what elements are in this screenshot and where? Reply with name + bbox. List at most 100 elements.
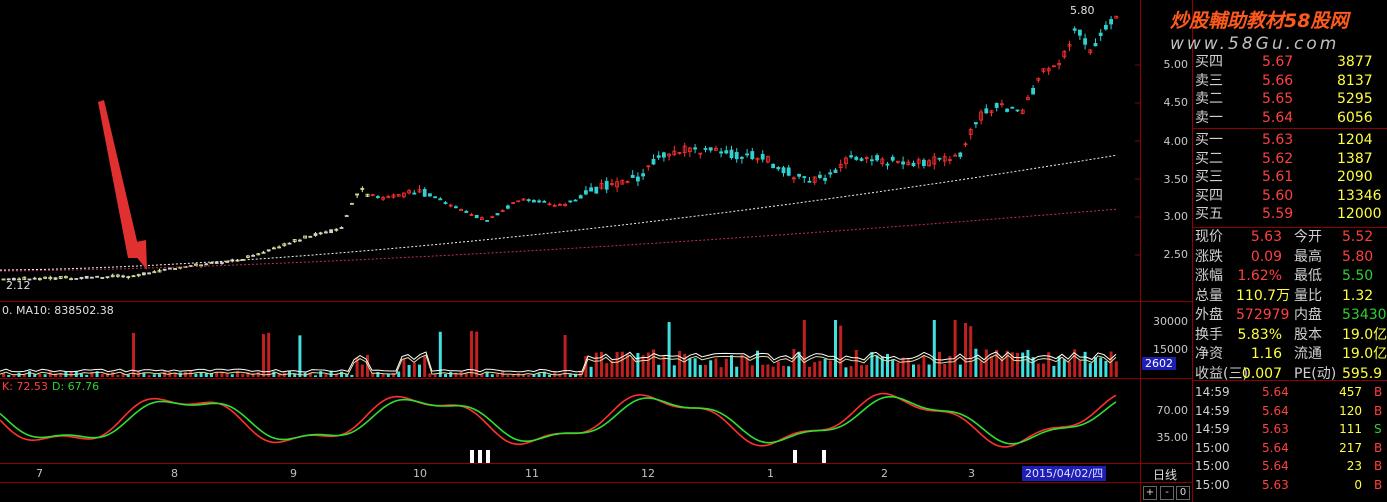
zoom-reset-button[interactable]: 0 [1176,486,1190,500]
order-book-cell: 买一 [1195,132,1223,148]
stats-row: 现价 5.63 今开 5.52 [1192,228,1387,247]
candle-body [1109,19,1113,25]
volume-bar [407,365,411,377]
order-book-cell: 3877 [1337,54,1373,70]
candle-body [443,202,448,204]
candle-body [542,200,547,203]
volume-bar [657,364,661,377]
candle-body [708,147,713,151]
candle-body [495,213,500,216]
volume-bar [1021,352,1025,377]
candle-body [890,156,895,161]
candle-body [750,151,755,160]
volume-bar [1026,349,1030,377]
tick-cell: S [1374,422,1382,436]
volume-bar [267,332,271,377]
stats-cell: 5.50 [1342,268,1374,284]
tick-row: 15:00 5.64 23 B [1192,457,1387,475]
candle-body [1104,24,1108,30]
candle-body [641,173,645,177]
order-book-cell: 6056 [1337,109,1373,126]
candle-body [313,233,318,236]
order-book-cell: 卖一 [1195,109,1223,126]
order-book-cell: 5.67 [1262,54,1294,70]
volume-bar [636,352,640,377]
volume-bar [672,365,676,377]
volume-bar [111,372,115,377]
stats-row: 总量 110.7万 量比 1.32 [1192,287,1387,306]
volume-bar [241,373,245,377]
volume-bar [1104,360,1108,377]
candle-body [167,267,172,270]
kdj-date-divider [0,463,1192,464]
tick-cell: B [1374,403,1383,418]
order-book-cell: 买五 [1195,206,1223,222]
zoom-in-button[interactable]: + [1143,486,1157,500]
volume-bar [600,351,603,377]
order-book-cell: 13346 [1337,187,1382,204]
order-book-row: 买三 5.61 2090 [1192,168,1387,187]
candle-body [1010,106,1015,109]
stats-row: 净资 1.16 流通 19.0亿 [1192,345,1387,364]
candle-body [818,174,822,178]
candle-body [584,190,588,195]
volume-bar [496,374,499,377]
stats-cell: 1.62% [1237,268,1282,284]
candle-body [209,262,214,264]
order-book-row: 卖一 5.64 6056 [1192,109,1387,128]
volume-bar [412,363,416,377]
candlestick-chart[interactable] [0,0,1140,502]
order-book-cell: 5.61 [1262,169,1294,185]
candle-body [251,254,256,257]
volume-bar [28,371,31,377]
volume-bar [605,363,609,377]
period-label[interactable]: 日线 [1153,466,1177,483]
volume-bar [818,360,822,377]
candle-body [537,200,541,203]
candle-body [662,152,666,158]
volume-bar [964,322,967,377]
volume-bar [719,367,723,377]
tick-cell: 5.63 [1262,477,1289,492]
ticks-divider [1192,380,1387,381]
volume-bar [776,361,780,377]
candle-body [703,148,708,150]
candle-body [1072,28,1077,31]
volume-bar [974,348,978,377]
volume-bar [548,374,551,377]
volume-bar [262,334,265,377]
stats-cell: 内盘 [1294,307,1322,323]
candle-body [32,277,37,280]
stats-row: 涨跌 0.09 最高 5.80 [1192,248,1387,267]
volume-bar [589,366,593,377]
candle-body [573,199,578,202]
volume-bar [199,372,203,377]
volume-bar [418,364,421,377]
volume-bar [641,355,645,377]
volume-bar [194,373,198,377]
volume-bar [828,360,832,377]
volume-bar [792,349,796,377]
volume-kdj-divider [0,378,1192,379]
tick-cell: 15:00 [1195,477,1230,492]
volume-bar [360,364,364,377]
tick-cell: 14:59 [1195,385,1230,399]
candle-body [329,229,334,234]
stats-cell: 5.52 [1342,229,1374,245]
volume-bar [215,372,219,377]
volume-bar [709,360,713,377]
volume-tick: 15000 [1153,343,1188,356]
volume-bar [839,325,843,377]
stats-cell: 1.16 [1250,346,1282,362]
candle-body [911,162,916,167]
volume-bar [813,362,817,377]
order-book-cell: 买三 [1195,169,1223,185]
volume-bar [324,374,328,377]
stats-cell: 量比 [1294,287,1322,304]
order-book-cell: 买四 [1195,54,1223,70]
stock-terminal: 5.00 4.50 4.00 3.50 3.00 2.50 5.80 2.12 … [0,0,1387,502]
zoom-out-button[interactable]: - [1160,486,1174,500]
volume-bar [1078,360,1082,377]
month-label: 11 [525,467,539,480]
volume-bar [761,364,765,377]
